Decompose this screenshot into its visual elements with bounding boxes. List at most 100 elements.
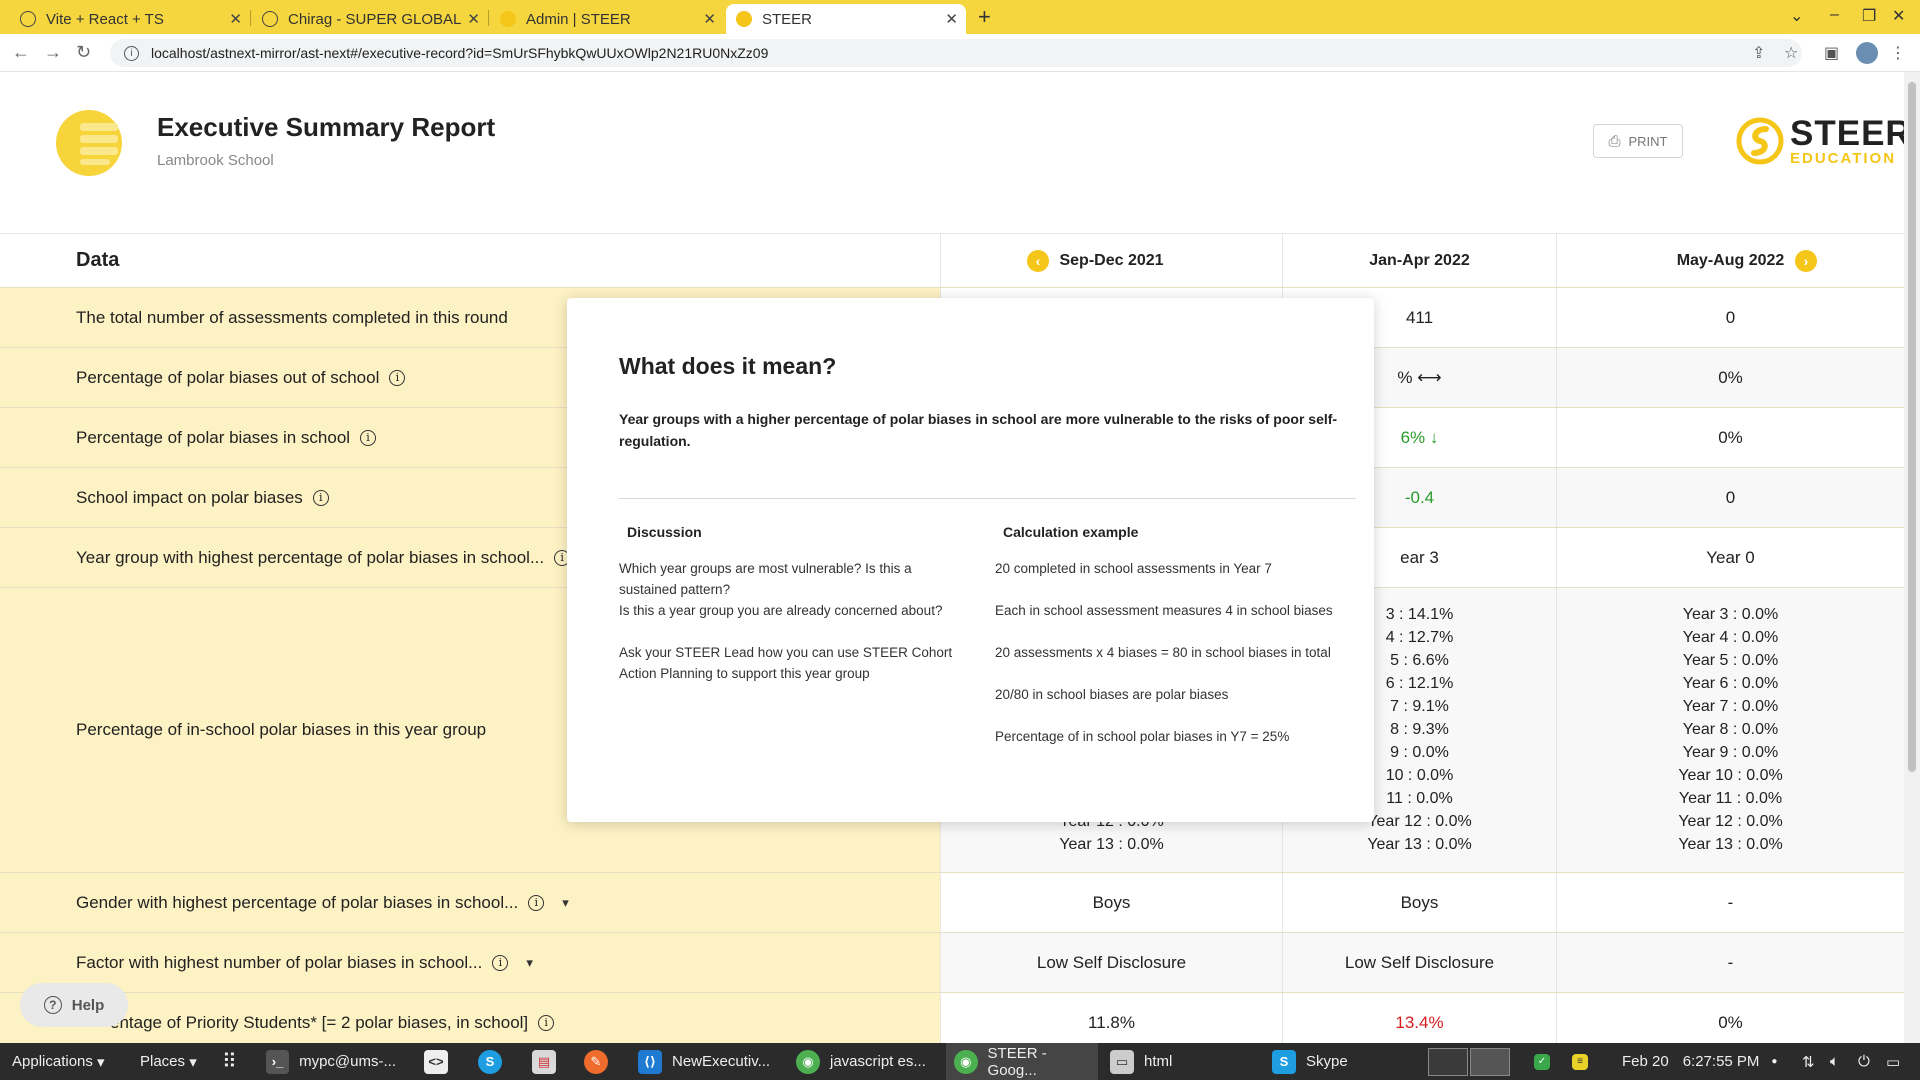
calculation-item: Each in school assessment measures 4 in … [995,603,1333,618]
close-icon[interactable]: ✕ [229,10,242,28]
print-button[interactable]: ⎙ PRINT [1593,124,1683,158]
row-label: entage of Priority Students* [= 2 polar … [0,993,940,1043]
taskbar-skype[interactable]: S Skype [1272,1043,1392,1080]
info-icon[interactable]: i [389,369,406,386]
url-field[interactable]: i localhost/astnext-mirror/ast-next#/exe… [110,39,1802,67]
app-grid-icon[interactable]: ⠿ [222,1043,237,1080]
chevron-down-icon[interactable]: ▾ [562,895,569,911]
menu-icon[interactable]: ⋮ [1890,43,1906,63]
url-text: localhost/astnext-mirror/ast-next#/execu… [151,45,769,61]
bookmark-star-icon[interactable]: ☆ [1784,43,1798,63]
page-scrollbar[interactable] [1904,72,1920,1043]
period-label: May-Aug 2022 [1676,251,1785,269]
tab-admin-steer[interactable]: Admin | STEER ✕ [490,4,724,34]
workspace-switcher[interactable] [1428,1043,1510,1080]
school-logo [56,110,122,176]
desktop-icon[interactable]: ▭ [1886,1043,1900,1080]
folder-icon: ▭ [1110,1049,1134,1074]
row-label-text: School impact on polar biases [76,487,303,507]
check-icon: ✓ [1534,1053,1550,1070]
tab-vite[interactable]: Vite + React + TS ✕ [10,4,250,34]
new-tab-button[interactable]: + [978,4,991,30]
discussion-heading: Discussion [627,524,702,540]
dot-icon: ● [1771,1056,1778,1067]
close-window-button[interactable]: ✕ [1892,6,1905,26]
network-icon[interactable]: ⇅ [1802,1043,1815,1080]
info-modal: What does it mean? Year groups with a hi… [567,298,1374,822]
tab-title: Vite + React + TS [46,10,164,28]
info-icon[interactable]: i [528,894,545,911]
tray-notes-icon[interactable]: ≡ [1572,1043,1598,1080]
os-taskbar: Applications ▾ Places ▾ ⠿ ›_ mypc@ums-..… [0,1043,1920,1080]
row-label-text: Year group with highest percentage of po… [76,547,545,567]
applications-menu[interactable]: Applications ▾ [12,1043,105,1080]
chevron-down-icon[interactable]: ▾ [526,955,533,971]
info-icon[interactable]: i [360,429,377,446]
share-icon[interactable]: ⇪ [1752,43,1765,63]
tab-search-icon[interactable]: ⌄ [1790,6,1803,26]
tray-check-icon[interactable]: ✓ [1534,1043,1560,1080]
workspace-2[interactable] [1470,1047,1510,1076]
site-info-icon[interactable]: i [124,45,139,61]
help-button[interactable]: ? Help [20,983,128,1027]
volume-icon[interactable]: 🔈︎ [1830,1043,1839,1080]
row-value: Boys [1282,873,1556,932]
taskbar-html-folder[interactable]: ▭ html [1110,1043,1230,1080]
reload-icon[interactable]: ↻ [76,42,91,63]
year-item: Year 13 : 0.0% [1059,836,1164,853]
row-value: Year 0 [1556,528,1904,587]
close-icon[interactable]: ✕ [467,10,480,28]
profile-avatar[interactable] [1856,42,1878,64]
globe-icon [262,11,278,27]
logo-word: STEER [1790,114,1904,153]
taskbar-terminal[interactable]: ›_ mypc@ums-... [266,1043,396,1080]
taskbar-label: html [1144,1053,1173,1070]
side-panel-icon[interactable]: ▣ [1824,43,1839,63]
printer-icon: ⎙ [1608,132,1621,150]
print-label: PRINT [1628,133,1668,149]
clock[interactable]: Feb 20 6:27:55 PM ● [1622,1043,1777,1080]
scrollbar-thumb[interactable] [1908,82,1916,772]
year-item: 9 : 0.0% [1390,744,1449,761]
chrome-icon: ◉ [796,1049,820,1074]
year-item: Year 7 : 0.0% [1682,698,1779,715]
info-icon[interactable]: i [312,489,329,506]
clock-time: 6:27:55 PM [1682,1053,1760,1070]
restore-button[interactable]: ❐ [1862,6,1876,26]
info-icon[interactable]: i [538,1014,555,1031]
calculation-heading: Calculation example [1003,524,1139,540]
row-label-text: Percentage of polar biases in school [76,427,351,447]
places-menu[interactable]: Places ▾ [140,1043,197,1080]
close-icon[interactable]: ✕ [703,10,716,28]
calculation-item: Percentage of in school polar biases in … [995,729,1290,744]
minimize-button[interactable]: – [1830,6,1839,24]
forward-icon[interactable]: → [44,42,62,63]
year-item: Year 11 : 0.0% [1678,790,1783,807]
info-icon[interactable]: i [492,954,509,971]
workspace-1[interactable] [1428,1047,1468,1076]
clock-date: Feb 20 [1622,1053,1669,1070]
next-period-button[interactable]: › [1795,250,1817,272]
previous-period-button[interactable]: ‹ [1027,250,1049,272]
close-icon[interactable]: ✕ [945,10,958,28]
taskbar-files-launcher[interactable]: ▤ [532,1043,566,1080]
taskbar-skype-launcher[interactable]: S [478,1043,512,1080]
steer-favicon-icon [500,11,516,27]
taskbar-postman[interactable]: ✎ [584,1043,618,1080]
tab-steer[interactable]: STEER ✕ [726,4,966,34]
taskbar-label: mypc@ums-... [299,1053,396,1070]
taskbar-chrome-steer[interactable]: ◉ STEER - Goog... [946,1043,1098,1080]
vscode-icon: ⟨⟩ [638,1049,662,1074]
power-icon[interactable]: ⏻ [1858,1043,1870,1080]
tab-title: Admin | STEER [526,10,631,28]
taskbar-vscode[interactable]: ⟨⟩ NewExecutiv... [638,1043,778,1080]
row-label-text: entage of Priority Students* [= 2 polar … [110,1012,529,1032]
taskbar-chrome-js[interactable]: ◉ javascript es... [796,1043,936,1080]
tab-chirag[interactable]: Chirag - SUPER GLOBAL A ✕ [252,4,488,34]
discussion-item: Ask your STEER Lead how you can use STEE… [619,645,953,681]
address-bar: ← → ↻ i localhost/astnext-mirror/ast-nex… [0,34,1920,72]
back-icon[interactable]: ← [12,42,30,63]
year-item: Year 8 : 0.0% [1682,721,1779,738]
year-item: Year 13 : 0.0% [1678,836,1783,853]
taskbar-code-app[interactable]: <> [424,1043,458,1080]
